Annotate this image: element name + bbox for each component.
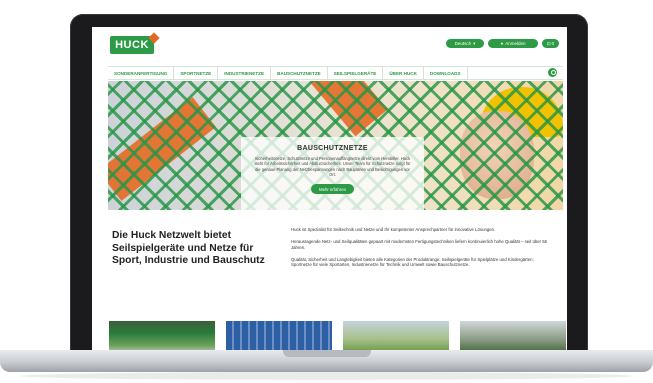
category-image-construction[interactable] [460, 321, 566, 352]
site-header: HUCK Deutsch ▾ ● Anmelden ⊡ 0 [92, 27, 567, 63]
language-button[interactable]: Deutsch ▾ [446, 39, 484, 48]
user-icon: ● [500, 41, 504, 46]
nav-item-industrienetze[interactable]: INDUSTRIENETZE [218, 67, 272, 79]
nav-item-sportnetze[interactable]: SPORTNETZE [174, 67, 219, 79]
hero-title: BAUSCHUTZNETZE [297, 145, 368, 152]
category-image-sport[interactable] [109, 321, 215, 352]
nav-item-seilspielgeraete[interactable]: SEILSPIELGERÄTE [328, 67, 384, 79]
main-navigation: SONDERANFERTIGUNG SPORTNETZE INDUSTRIENE… [108, 66, 563, 80]
cart-icon: ⊡ [546, 40, 551, 46]
intro-text: Huck ist Spezialist für Seiltechnik und … [291, 227, 553, 274]
nav-item-bauschutznetze[interactable]: BAUSCHUTZNETZE [271, 67, 328, 79]
cart-button[interactable]: ⊡ 0 [542, 39, 559, 48]
laptop-frame: HUCK Deutsch ▾ ● Anmelden ⊡ 0 SONDERANFE… [0, 0, 653, 383]
hero-more-button[interactable]: Mehr erfahren [311, 184, 354, 195]
category-image-playground[interactable] [343, 321, 449, 352]
account-button[interactable]: ● Anmelden [488, 39, 538, 48]
hero-description: Sicherheitsnetze, Schutznetze und Person… [254, 156, 411, 178]
intro-paragraph: Huck ist Spezialist für Seiltechnik und … [291, 227, 496, 232]
language-label: Deutsch [454, 41, 472, 46]
laptop-shadow [20, 372, 633, 380]
intro-heading: Die Huck Netzwelt bietet Seilspielgeräte… [112, 230, 265, 266]
account-label: Anmelden [505, 41, 526, 46]
intro-paragraph: Herausragende Netz- und Seilqualitäten g… [291, 239, 548, 250]
chevron-down-icon: ▾ [473, 40, 476, 46]
search-icon[interactable] [548, 68, 557, 77]
website-screen: HUCK Deutsch ▾ ● Anmelden ⊡ 0 SONDERANFE… [92, 27, 567, 352]
nav-item-ueber-huck[interactable]: ÜBER HUCK [383, 67, 424, 79]
laptop-notch [283, 350, 371, 357]
hero-card: BAUSCHUTZNETZE Sicherheitsnetze, Schutzn… [241, 137, 424, 210]
cart-count: 0 [551, 41, 555, 46]
nav-item-sonderanfertigung[interactable]: SONDERANFERTIGUNG [108, 67, 175, 79]
laptop-base [0, 350, 653, 372]
hero-banner: BAUSCHUTZNETZE Sicherheitsnetze, Schutzn… [108, 81, 563, 210]
nav-item-downloads[interactable]: DOWNLOADS [424, 67, 468, 79]
intro-paragraph: Qualität, Sicherheit und Langlebigkeit b… [291, 256, 534, 268]
huck-logo[interactable]: HUCK [110, 36, 154, 54]
category-image-industry[interactable] [226, 321, 332, 352]
